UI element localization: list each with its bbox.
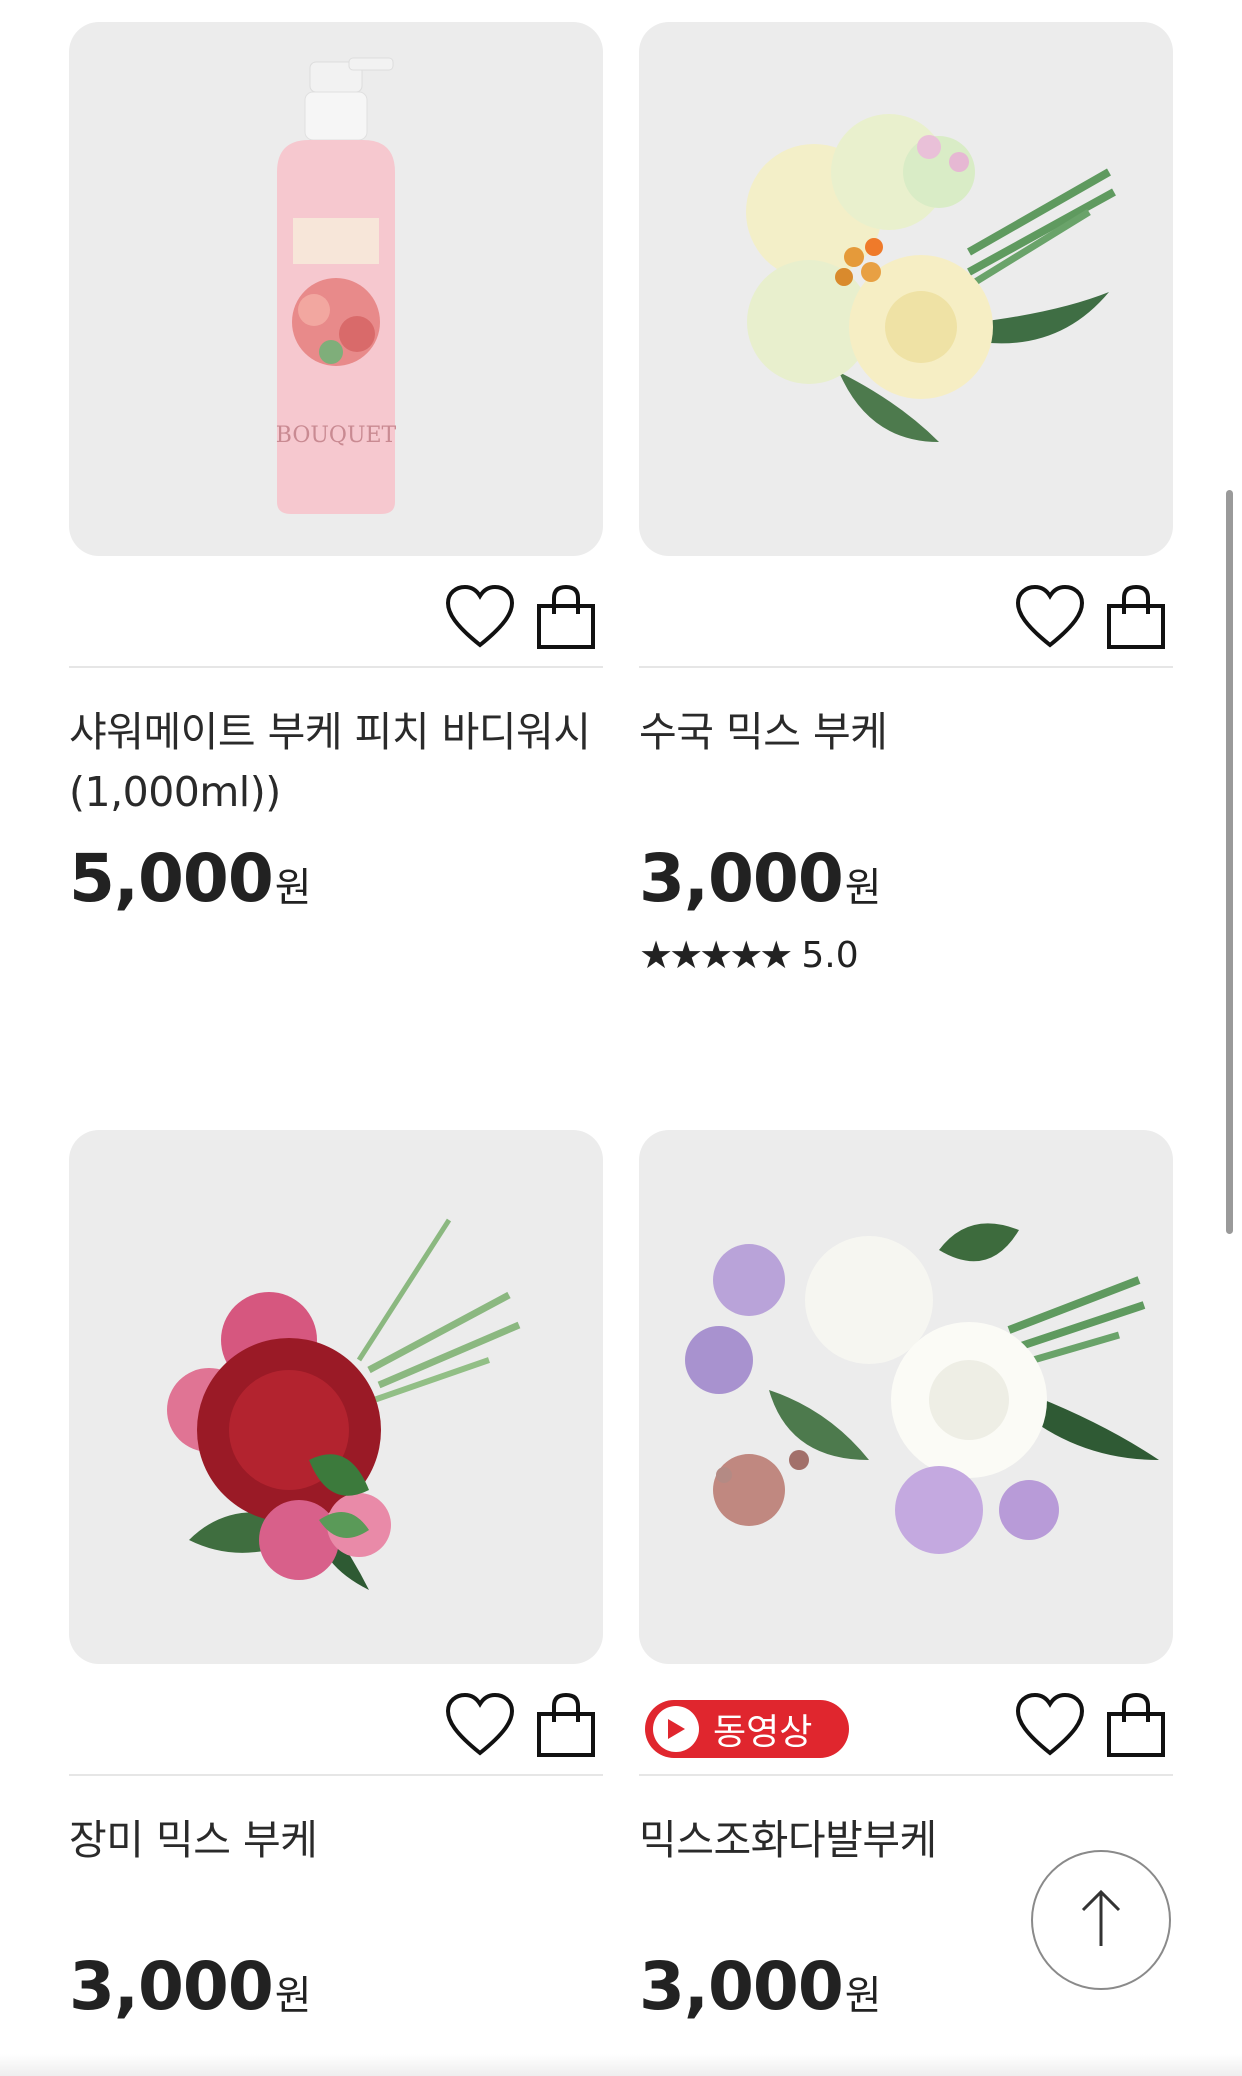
price-currency: 원 [844,1973,882,2019]
product-price: 5,000원 [69,840,603,917]
product-card[interactable]: 수국 믹스 부케 3,000원 ★★★★★ 5.0 [639,22,1173,977]
product-grid: BOUQUET 샤워메이트 부케 피치 바디워시(1,000ml)) 5,000… [0,0,1242,2076]
price-value: 5,000 [69,840,274,917]
card-actions [69,556,603,668]
product-image-hydrangea-bouquet[interactable] [639,22,1173,556]
price-value: 3,000 [639,840,844,917]
heart-icon[interactable] [1013,580,1087,654]
scrollbar[interactable] [1226,490,1233,1234]
shopping-bag-icon[interactable] [1099,1688,1173,1762]
video-badge-label: 동영상 [713,1712,813,1753]
price-value: 3,000 [639,1948,844,2025]
play-icon [653,1706,699,1752]
product-title[interactable]: 수국 믹스 부케 [639,702,1173,822]
svg-text:BOUQUET: BOUQUET [276,423,397,448]
video-badge[interactable]: 동영상 [645,1700,849,1758]
product-price: 3,000원 [639,840,1173,917]
price-currency: 원 [274,1973,312,2019]
card-actions [69,1664,603,1776]
product-price: 3,000원 [69,1948,603,2025]
rating-value: 5.0 [801,934,859,976]
product-image-rose-bouquet[interactable] [69,1130,603,1664]
heart-icon[interactable] [443,1688,517,1762]
scroll-to-top-button[interactable] [1031,1850,1171,1990]
product-title[interactable]: 장미 믹스 부케 [69,1810,603,1930]
product-title[interactable]: 샤워메이트 부케 피치 바디워시(1,000ml)) [69,702,603,822]
shopping-bag-icon[interactable] [1099,580,1173,654]
rating-stars: ★★★★★ [639,933,793,977]
price-currency: 원 [274,865,312,911]
product-card[interactable]: 장미 믹스 부케 3,000원 [69,1130,603,2025]
shopping-bag-icon[interactable] [529,580,603,654]
heart-icon[interactable] [1013,1688,1087,1762]
price-value: 3,000 [69,1948,274,2025]
arrow-up-icon [1079,1888,1123,1952]
card-actions [639,556,1173,668]
product-image-bodywash[interactable]: BOUQUET [69,22,603,556]
heart-icon[interactable] [443,580,517,654]
bottom-edge [0,2054,1242,2076]
product-rating: ★★★★★ 5.0 [639,933,1173,977]
card-actions: 동영상 [639,1664,1173,1776]
shopping-bag-icon[interactable] [529,1688,603,1762]
product-image-white-rose-bouquet[interactable] [639,1130,1173,1664]
price-currency: 원 [844,865,882,911]
product-card[interactable]: BOUQUET 샤워메이트 부케 피치 바디워시(1,000ml)) 5,000… [69,22,603,917]
